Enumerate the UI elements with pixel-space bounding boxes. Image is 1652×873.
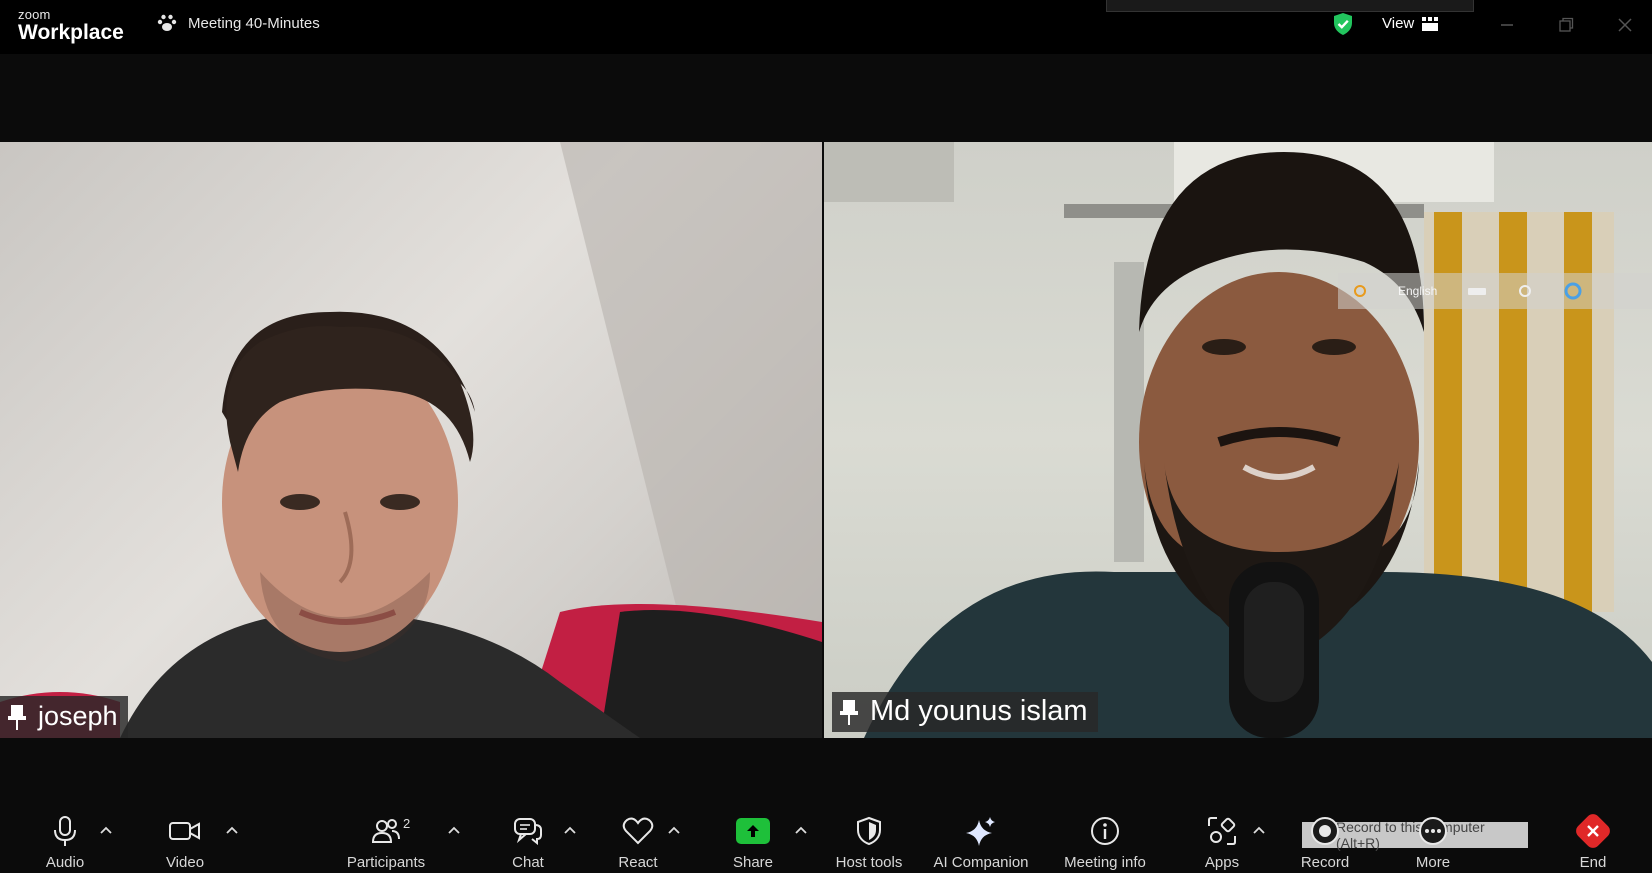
title-bar: zoom Workplace Meeting 40-Minutes View — [0, 0, 1652, 54]
zoom-workplace-logo: zoom Workplace — [18, 8, 124, 43]
audio-label: Audio — [45, 854, 85, 871]
end-call-icon — [1573, 811, 1613, 851]
participant-name: joseph — [38, 701, 118, 731]
view-label: View — [1382, 15, 1415, 32]
paw-icon — [157, 14, 177, 31]
ai-companion-label: AI Companion — [933, 854, 1029, 871]
video-tile-joseph[interactable]: joseph — [0, 142, 822, 738]
participants-icon — [371, 819, 400, 843]
chat-bubble-icon — [514, 818, 542, 845]
participant-video-feed — [0, 142, 822, 738]
participants-options-caret[interactable] — [446, 822, 462, 838]
close-window-button[interactable] — [1610, 10, 1640, 40]
more-label: More — [1415, 854, 1451, 871]
meeting-info-button[interactable]: Meeting info — [1050, 814, 1160, 871]
participant-name-tag: Md younus islam — [832, 692, 1098, 732]
info-icon — [1091, 817, 1119, 845]
end-label: End — [1579, 854, 1607, 871]
participant-video-feed — [824, 142, 1652, 738]
video-tile-md-younus-islam[interactable]: English Md younus islam — [824, 142, 1652, 738]
react-options-caret[interactable] — [666, 822, 682, 838]
heart-icon — [622, 817, 654, 845]
sparkle-icon — [966, 817, 995, 846]
maximize-button[interactable] — [1551, 10, 1581, 40]
chevron-up-icon — [100, 826, 112, 834]
video-label: Video — [165, 854, 205, 871]
meeting-title[interactable]: Meeting 40-Minutes — [156, 13, 320, 33]
participant-name-tag: joseph — [0, 696, 128, 738]
meeting-controls-toolbar: Audio Video 2 Participants Chat React Sh… — [0, 802, 1652, 873]
apps-label: Apps — [1204, 854, 1240, 871]
apps-icon — [1208, 817, 1236, 845]
ime-icon — [1354, 285, 1366, 297]
grid-view-icon — [1422, 16, 1439, 31]
share-button[interactable]: Share — [698, 814, 808, 871]
share-label: Share — [732, 854, 774, 871]
keyboard-icon — [1468, 288, 1487, 295]
share-options-caret[interactable] — [793, 822, 809, 838]
more-button[interactable]: More — [1378, 814, 1488, 871]
participant-count-badge: 2 — [403, 816, 411, 831]
chevron-up-icon — [795, 826, 807, 834]
chevron-up-icon — [1253, 826, 1265, 834]
collapsed-floating-toolbar[interactable] — [1106, 0, 1474, 12]
settings-icon — [1519, 285, 1532, 297]
microphone-icon — [54, 816, 76, 846]
host-tools-button[interactable]: Host tools — [814, 814, 924, 871]
meeting-info-label: Meeting info — [1064, 854, 1146, 871]
participants-button[interactable]: 2 Participants — [331, 814, 441, 871]
shield-tools-icon — [857, 816, 881, 846]
video-camera-icon — [169, 822, 200, 840]
maximize-icon — [1559, 17, 1574, 32]
chevron-up-icon — [226, 826, 238, 834]
record-icon — [1311, 817, 1339, 845]
brand-small: zoom — [18, 7, 51, 22]
ai-companion-button[interactable]: AI Companion — [926, 814, 1036, 871]
chat-label: Chat — [512, 854, 544, 871]
pin-icon[interactable] — [838, 698, 860, 726]
minimize-button[interactable] — [1492, 10, 1522, 40]
chevron-up-icon — [448, 826, 460, 834]
minimize-icon — [1501, 24, 1513, 26]
browser-icon — [1564, 282, 1582, 300]
chevron-up-icon — [564, 826, 576, 834]
language-label: English — [1398, 284, 1438, 298]
brand-big: Workplace — [18, 21, 124, 44]
view-button[interactable]: View — [1382, 15, 1439, 32]
meeting-title-label: Meeting 40-Minutes — [188, 14, 320, 32]
host-tools-label: Host tools — [835, 854, 903, 871]
video-gallery: joseph English Md younus islam — [0, 54, 1652, 802]
react-label: React — [618, 854, 658, 871]
pin-icon[interactable] — [6, 703, 28, 731]
end-meeting-button[interactable]: End — [1538, 811, 1648, 871]
language-toolbar[interactable]: English — [1338, 273, 1652, 309]
audio-options-caret[interactable] — [98, 822, 114, 838]
record-button[interactable]: Record — [1270, 814, 1380, 871]
record-label: Record — [1300, 854, 1350, 871]
share-screen-icon — [736, 818, 770, 844]
chevron-up-icon — [668, 826, 680, 834]
close-icon — [1618, 18, 1632, 32]
video-options-caret[interactable] — [224, 822, 240, 838]
chat-options-caret[interactable] — [562, 822, 578, 838]
apps-options-caret[interactable] — [1251, 822, 1267, 838]
participants-label: Participants — [346, 854, 426, 871]
more-dots-icon — [1419, 817, 1447, 845]
encryption-shield-icon[interactable] — [1332, 12, 1354, 41]
participant-name: Md younus islam — [870, 695, 1088, 727]
